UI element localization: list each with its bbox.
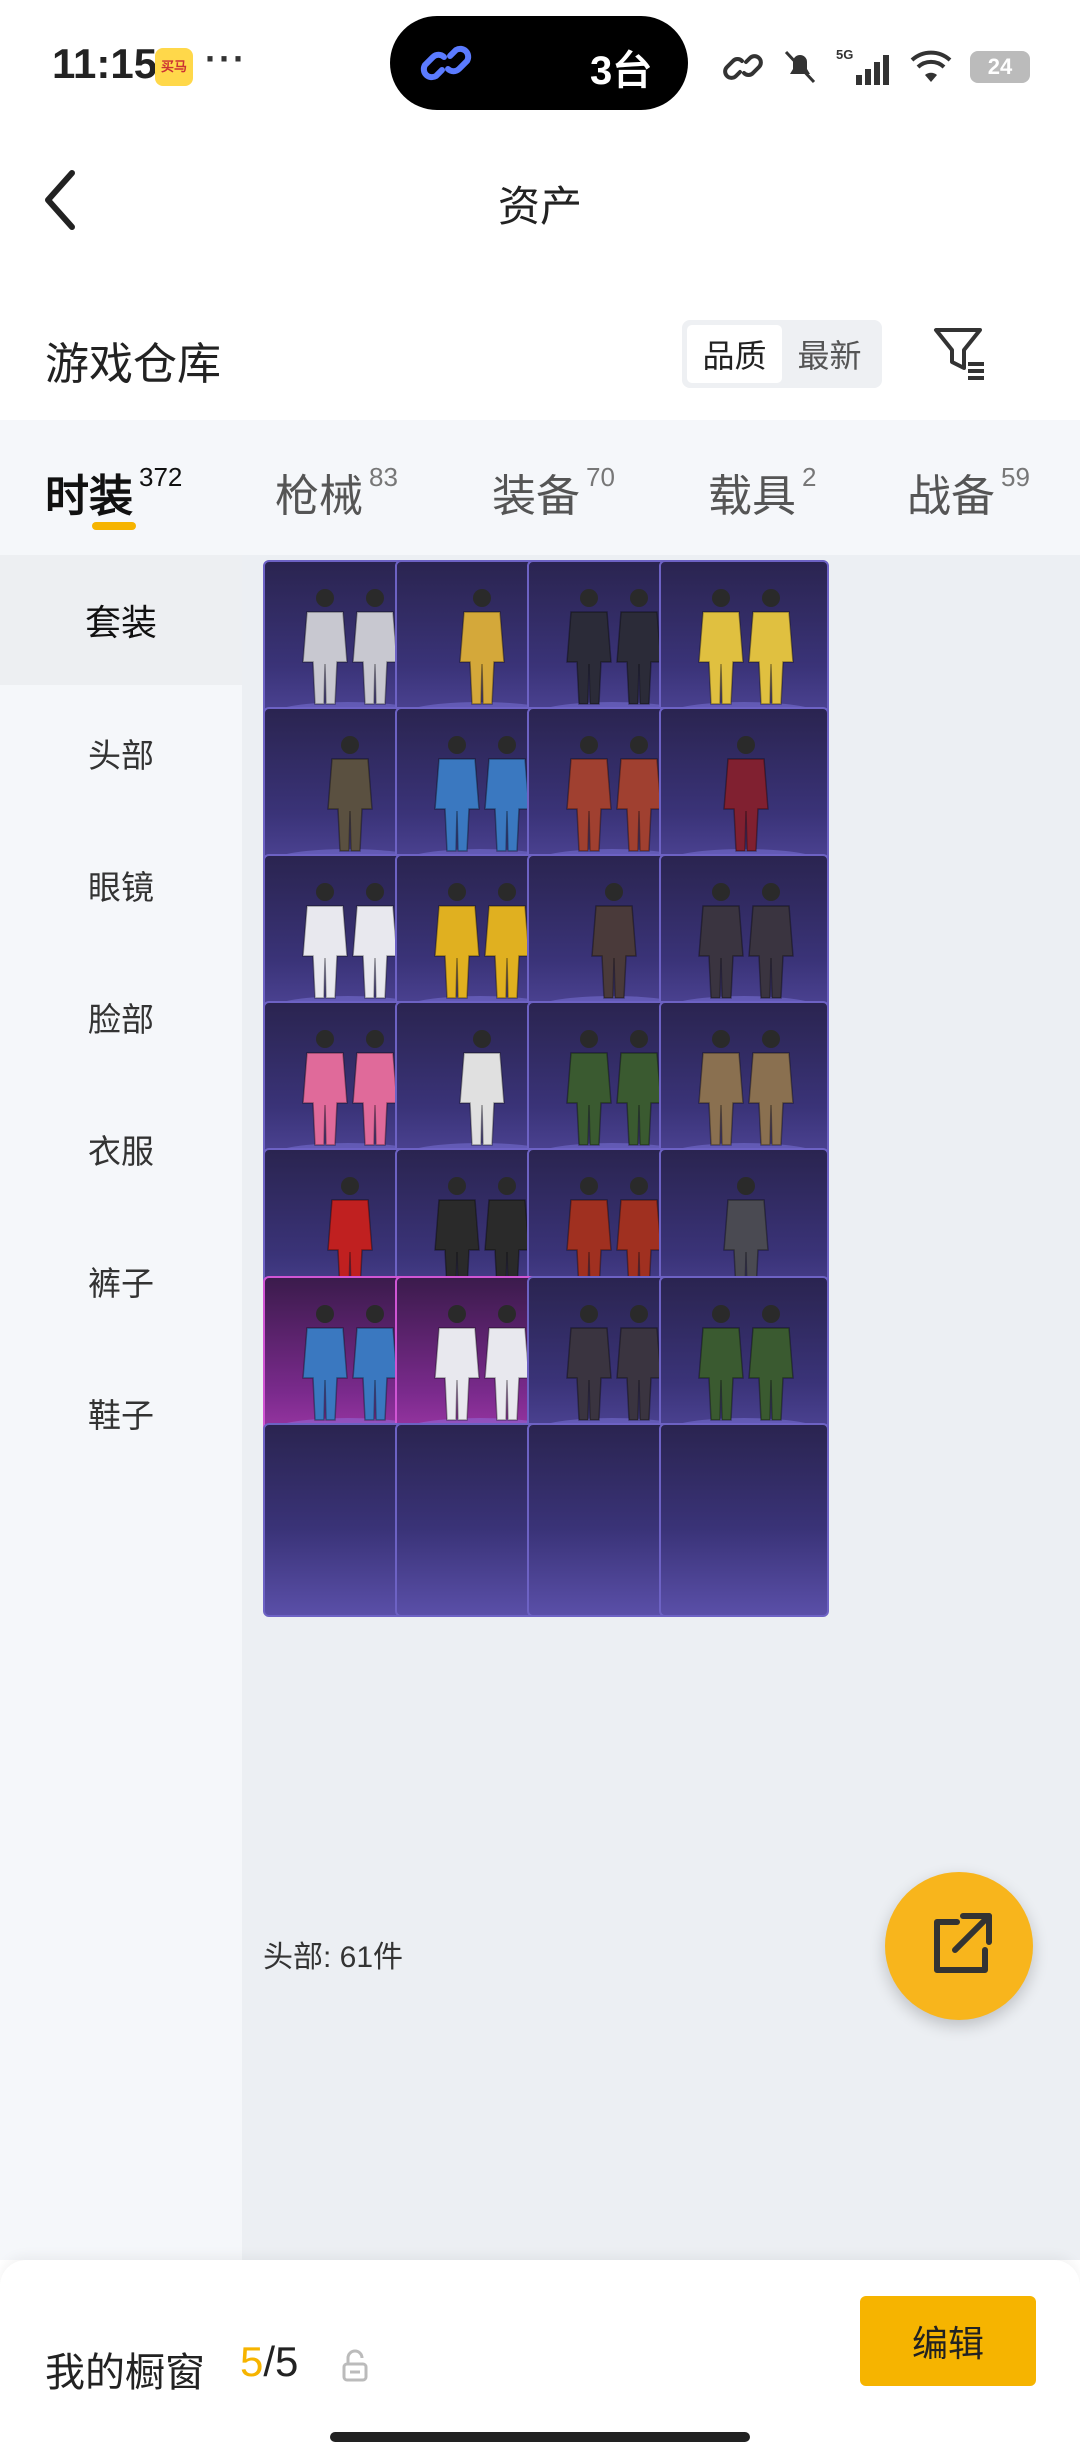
head-section-title: 头部: 61件 — [263, 1941, 404, 1974]
filter-icon[interactable] — [930, 322, 990, 382]
sort-toggle: 品质 最新 — [682, 320, 882, 388]
tab-equipment[interactable]: 装备 70 — [492, 460, 615, 524]
side-item-glasses[interactable]: 眼镜 — [0, 820, 242, 950]
showcase-count: 5/5 — [240, 2338, 299, 2385]
island-text: 3台 — [590, 49, 653, 93]
link-icon — [420, 45, 472, 81]
mute-icon — [784, 50, 816, 84]
active-tab-indicator — [92, 522, 136, 530]
more-notifications-icon: ··· — [205, 38, 247, 79]
outfit-figure — [698, 589, 794, 705]
status-bar: 11:15 买马 ··· 3台 5G 24 — [0, 0, 1080, 135]
showcase-bar: 我的橱窗 5/5 编辑 — [0, 2260, 1080, 2460]
home-indicator — [330, 2432, 750, 2442]
edit-button[interactable]: 编辑 — [860, 2296, 1036, 2386]
status-icons: 5G 24 — [722, 42, 1030, 92]
header: 资产 — [0, 135, 1080, 265]
outfit-figure — [698, 1030, 794, 1146]
page-title: 资产 — [497, 183, 582, 230]
wifi-icon — [910, 50, 952, 82]
side-item-face[interactable]: 脸部 — [0, 952, 242, 1082]
app-notification-icon: 买马 — [155, 48, 193, 86]
warehouse-title: 游戏仓库 — [45, 340, 221, 389]
item-card[interactable] — [659, 1423, 829, 1617]
side-item-pants[interactable]: 裤子 — [0, 1216, 242, 1346]
tab-vehicles[interactable]: 载具 2 — [708, 460, 816, 524]
outfit-figure — [698, 883, 794, 999]
tab-fashion[interactable]: 时装 372 — [45, 460, 182, 524]
share-button[interactable] — [885, 1872, 1033, 2020]
outfit-figure — [698, 1305, 794, 1421]
showcase-label: 我的橱窗 — [45, 2351, 205, 2395]
svg-text:5G: 5G — [836, 47, 853, 62]
side-item-shoes[interactable]: 鞋子 — [0, 1348, 242, 1478]
lock-icon — [342, 2349, 368, 2382]
status-time: 11:15 — [52, 40, 158, 87]
sort-newest-button[interactable]: 最新 — [782, 325, 877, 383]
side-item-clothes[interactable]: 衣服 — [0, 1084, 242, 1214]
link-icon — [723, 54, 763, 80]
side-item-head[interactable]: 头部 — [0, 688, 242, 818]
category-tabs: 时装 372 枪械 83 装备 70 载具 2 战备 59 — [0, 420, 1080, 555]
side-nav: 套装 头部 眼镜 脸部 衣服 裤子 鞋子 — [0, 555, 242, 2260]
signal-5g-icon: 5G — [836, 47, 889, 85]
outfit-figure — [723, 736, 769, 852]
tab-guns[interactable]: 枪械 83 — [275, 460, 398, 524]
battery-icon: 24 — [970, 51, 1030, 83]
sort-quality-button[interactable]: 品质 — [687, 325, 782, 383]
share-icon — [934, 1913, 992, 1973]
side-item-sets[interactable]: 套装 — [0, 555, 242, 685]
tab-supplies[interactable]: 战备 59 — [907, 460, 1030, 524]
